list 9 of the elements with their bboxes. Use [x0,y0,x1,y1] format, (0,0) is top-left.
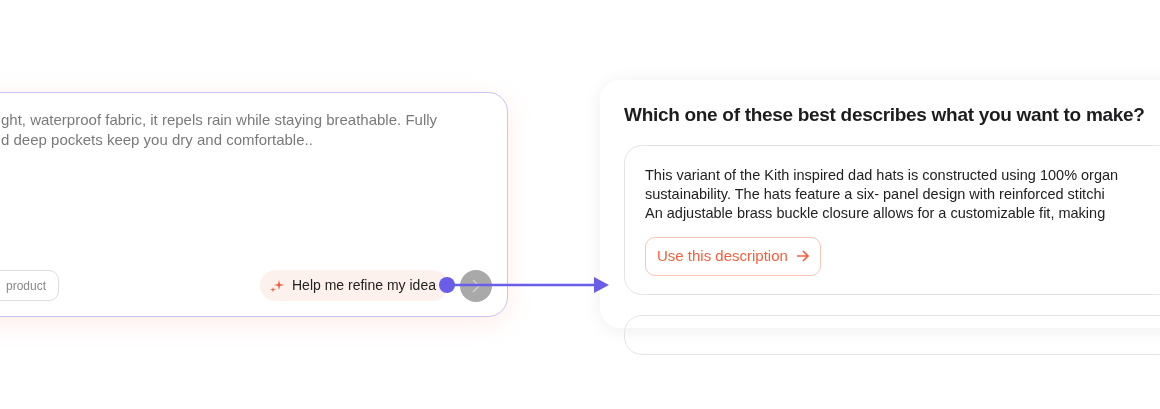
product-chip[interactable]: product [0,270,60,301]
refine-button[interactable]: Help me refine my idea [260,270,448,301]
option-card[interactable] [624,144,1160,295]
arrow-right-icon [795,250,809,263]
use-description-button[interactable]: Use this description [645,236,821,276]
option-description: This variant of the Kith inspired dad hats is constructed using 100% organ sustainability. The hats feature a six- panel design with reinforced stitchi An adjustable brass buckle closure allows for a customizable fit, making [645,165,1120,223]
chevron-right-icon [472,279,480,293]
question-heading: Which one of these best describes what you want to make? [624,104,1146,127]
prompt-text: ght, waterproof fabric, it repels rain while staying breathable. Fully d deep pockets keep you dry and comfortable.. [1,110,438,150]
